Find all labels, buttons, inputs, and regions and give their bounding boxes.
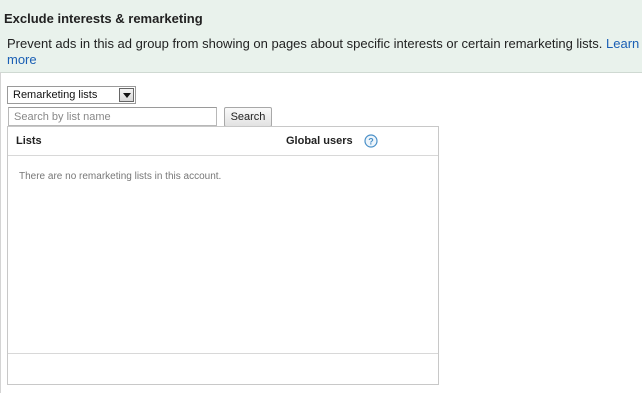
table-header: Lists Global users ? (8, 127, 438, 156)
column-header-lists[interactable]: Lists (16, 135, 42, 147)
panel-left-border (0, 72, 1, 393)
section-title: Exclude interests & remarketing (4, 11, 203, 26)
table-footer-divider (8, 353, 438, 354)
dropdown-selected-value: Remarketing lists (13, 89, 98, 101)
list-type-dropdown[interactable]: Remarketing lists (7, 86, 136, 104)
exclusion-panel: Exclude interests & remarketing Prevent … (0, 0, 642, 393)
remarketing-lists-table: Lists Global users ? There are no remark… (7, 126, 439, 385)
section-header: Exclude interests & remarketing Prevent … (0, 0, 642, 73)
svg-text:?: ? (368, 137, 374, 147)
section-description: Prevent ads in this ad group from showin… (7, 36, 642, 68)
chevron-down-icon[interactable] (119, 88, 134, 102)
search-button[interactable]: Search (224, 107, 272, 127)
description-text: Prevent ads in this ad group from showin… (7, 36, 607, 51)
empty-table-message: There are no remarketing lists in this a… (19, 171, 222, 182)
help-icon[interactable]: ? (364, 134, 378, 148)
list-search-input[interactable] (8, 107, 217, 126)
column-header-global-users[interactable]: Global users (286, 135, 353, 147)
